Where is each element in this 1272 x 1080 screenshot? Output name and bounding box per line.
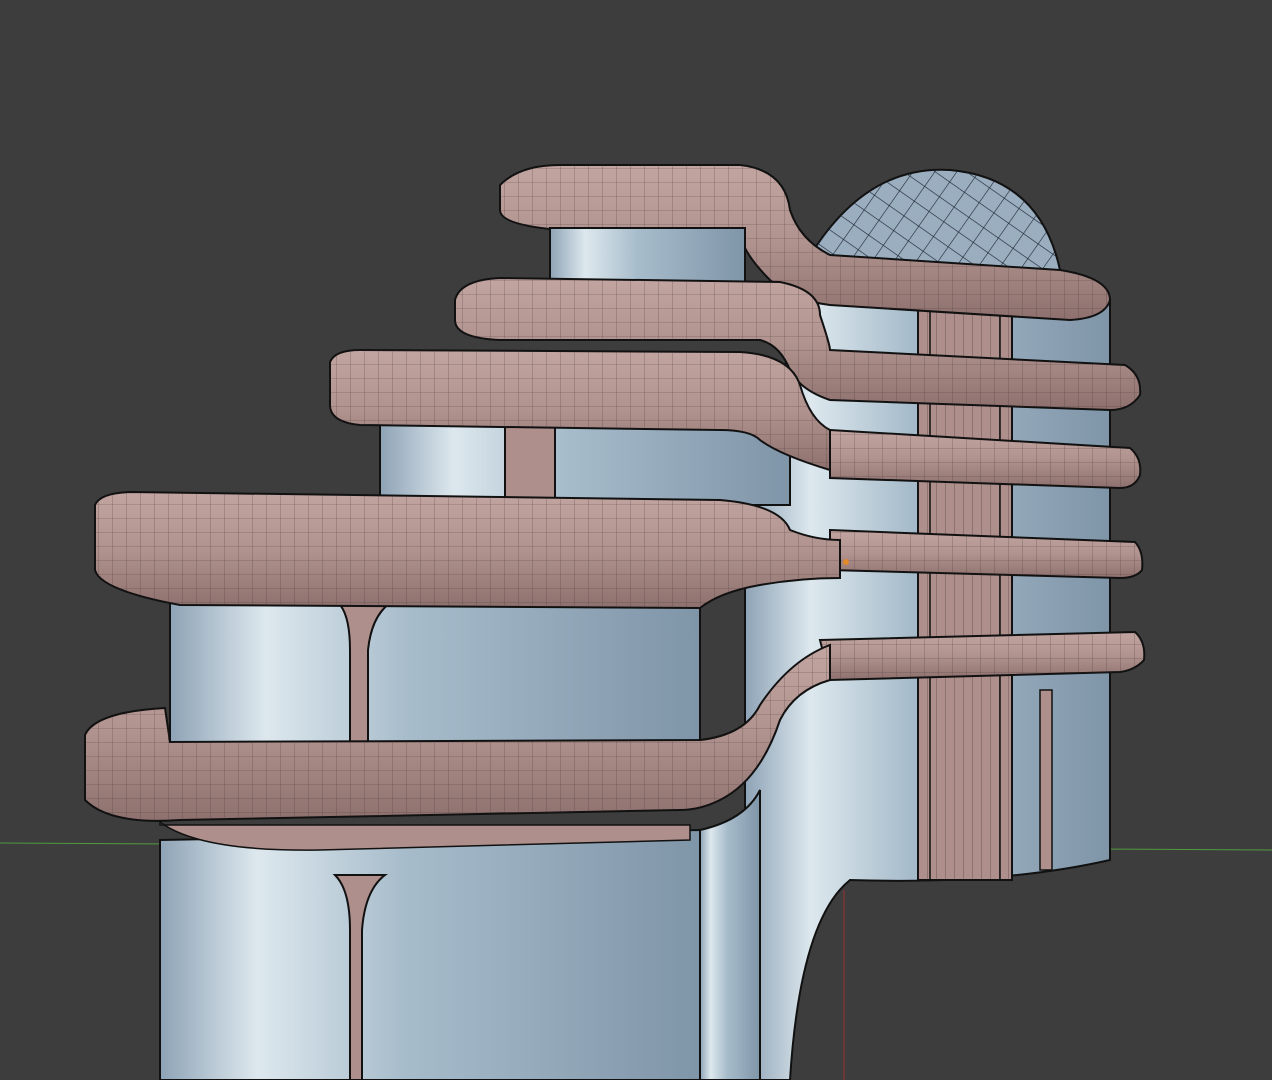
origin-point[interactable] [843, 559, 849, 565]
right-slab-level-5[interactable] [818, 630, 1146, 682]
slab-level-4[interactable] [94, 490, 841, 610]
glass-dome[interactable] [814, 168, 1062, 271]
glass-level-3[interactable] [379, 424, 791, 506]
upper-glass[interactable] [549, 227, 746, 286]
3d-viewport[interactable] [0, 0, 1272, 1080]
glass-level-4[interactable] [169, 589, 701, 746]
